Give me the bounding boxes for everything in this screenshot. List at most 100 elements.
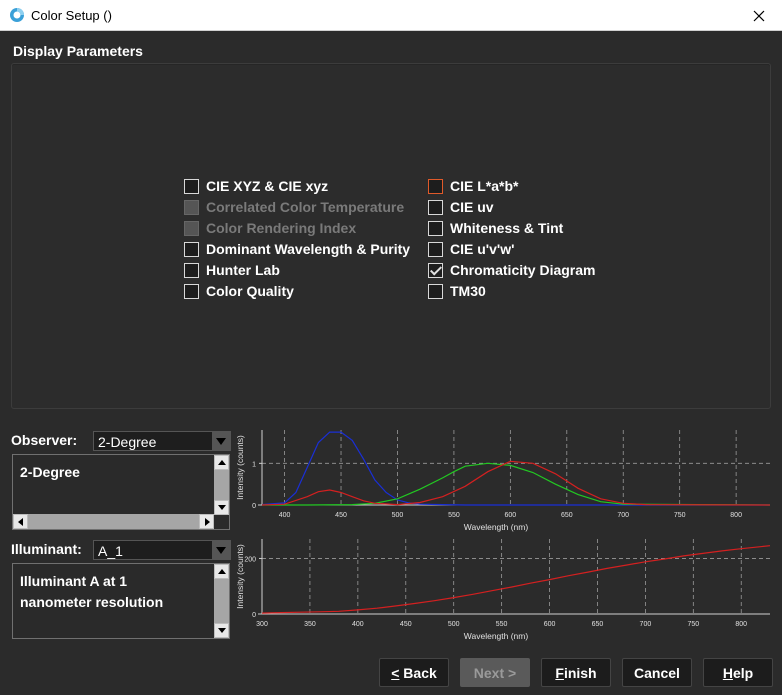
y-tick-label: 0 [252, 503, 256, 510]
x-tick-label: 400 [279, 512, 291, 519]
x-tick-label: 650 [592, 621, 604, 628]
checkbox[interactable] [184, 262, 199, 278]
checkbox-label: CIE uv [450, 199, 494, 215]
scroll-up-icon[interactable] [214, 455, 229, 470]
x-tick-label: 700 [640, 621, 652, 628]
x-tick-label: 500 [392, 512, 404, 519]
right-option-5[interactable]: TM30 [428, 282, 486, 300]
checkbox-label: CIE u'v'w' [450, 241, 515, 257]
observer-select[interactable]: 2-Degree [93, 431, 231, 451]
checkbox-label: Correlated Color Temperature [206, 199, 405, 215]
left-option-1: Correlated Color Temperature [184, 198, 404, 216]
left-option-3[interactable]: Dominant Wavelength & Purity [184, 240, 410, 258]
x-tick-label: 350 [304, 621, 316, 628]
illuminant-description-box: Illuminant A at 1 nanometer resolution [12, 563, 230, 639]
right-option-2[interactable]: Whiteness & Tint [428, 219, 563, 237]
grid [261, 539, 770, 614]
x-tick-label: 800 [735, 621, 747, 628]
cancel-button[interactable]: Cancel [622, 658, 692, 687]
cancel-button-label: Cancel [634, 664, 680, 681]
checkbox-label: CIE L*a*b* [450, 178, 519, 194]
x-tick-label: 400 [352, 621, 364, 628]
illuminant-select-value: A_1 [98, 543, 123, 559]
checkbox[interactable] [184, 178, 199, 194]
chevron-down-icon[interactable] [212, 432, 230, 450]
checkbox-label: Color Rendering Index [206, 220, 357, 236]
scroll-left-icon[interactable] [13, 514, 28, 529]
y-axis-label: Intensity (counts) [235, 435, 245, 500]
illuminant-label: Illuminant: [11, 541, 82, 557]
checkbox-label: TM30 [450, 283, 486, 299]
chevron-down-icon[interactable] [212, 541, 230, 559]
scroll-up-icon[interactable] [214, 564, 229, 579]
illuminant-select[interactable]: A_1 [93, 540, 231, 560]
x-tick-label: 700 [617, 512, 629, 519]
next-button[interactable]: Next > [460, 658, 530, 687]
illuminant-description-line1: Illuminant A at 1 [20, 573, 128, 589]
checkbox[interactable] [428, 178, 443, 194]
illuminant-description-line2: nanometer resolution [20, 594, 164, 610]
back-button[interactable]: < Back [379, 658, 449, 687]
section-title: Display Parameters [13, 43, 143, 59]
right-option-0[interactable]: CIE L*a*b* [428, 177, 518, 195]
left-option-4[interactable]: Hunter Lab [184, 261, 280, 279]
x-tick-label: 750 [674, 512, 686, 519]
scroll-down-icon[interactable] [214, 500, 229, 515]
x-tick-label: 450 [400, 621, 412, 628]
scroll-right-icon[interactable] [199, 514, 214, 529]
checkbox[interactable] [184, 241, 199, 257]
next-button-label: Next > [473, 664, 517, 681]
display-parameters-panel [11, 63, 771, 409]
x-tick-label: 300 [256, 621, 268, 628]
left-option-0[interactable]: CIE XYZ & CIE xyz [184, 177, 328, 195]
observer-spectrum-chart: 400 450 500 550 600 650 700 750 800 0 1 Wavelength … [235, 430, 771, 532]
x-tick-label: 800 [730, 512, 742, 519]
checkbox[interactable] [428, 241, 443, 257]
back-button-label: < Back [391, 664, 437, 681]
x-tick-label: 500 [448, 621, 460, 628]
left-option-5[interactable]: Color Quality [184, 282, 294, 300]
series-line-0 [261, 545, 771, 614]
close-button[interactable] [736, 0, 782, 31]
right-option-3[interactable]: CIE u'v'w' [428, 240, 514, 258]
checkbox[interactable] [428, 199, 443, 215]
checkbox-label: Color Quality [206, 283, 294, 299]
checkbox[interactable] [428, 262, 443, 278]
x-tick-label: 750 [687, 621, 699, 628]
title-bar: Color Setup () [0, 0, 782, 31]
checkbox-label: Chromaticity Diagram [450, 262, 596, 278]
x-tick-label: 550 [448, 512, 460, 519]
checkbox[interactable] [428, 220, 443, 236]
help-button[interactable]: Help [703, 658, 773, 687]
x-tick-label: 600 [505, 512, 517, 519]
series-line-1 [262, 462, 771, 506]
checkbox [184, 199, 199, 215]
observer-select-value: 2-Degree [98, 434, 157, 450]
checkbox[interactable] [428, 283, 443, 299]
x-tick-label: 550 [496, 621, 508, 628]
x-tick-label: 600 [544, 621, 556, 628]
right-option-1[interactable]: CIE uv [428, 198, 494, 216]
observer-horizontal-scrollbar[interactable] [13, 514, 214, 529]
finish-button[interactable]: Finish [541, 658, 611, 687]
y-tick-label: 200 [244, 556, 256, 563]
left-option-2: Color Rendering Index [184, 219, 356, 237]
right-option-4[interactable]: Chromaticity Diagram [428, 261, 595, 279]
observer-label: Observer: [11, 432, 78, 448]
observer-vertical-scrollbar[interactable] [214, 455, 229, 515]
help-button-label: Help [722, 664, 754, 681]
illuminant-spectrum-chart: 300 350 400 450 500 550 600 650 700 750 800 0 200 Wav… [235, 539, 771, 641]
x-tick-label: 650 [561, 512, 573, 519]
checkbox-label: Hunter Lab [206, 262, 280, 278]
x-tick-label: 450 [335, 512, 347, 519]
window-title: Color Setup () [31, 8, 112, 23]
illuminant-vertical-scrollbar[interactable] [214, 564, 229, 638]
y-tick-label: 0 [252, 612, 256, 619]
y-axis-label: Intensity (counts) [235, 544, 245, 609]
x-axis-label: Wavelength (nm) [464, 631, 529, 641]
scroll-down-icon[interactable] [214, 623, 229, 638]
checkbox-label: CIE XYZ & CIE xyz [206, 178, 329, 194]
app-logo-icon [10, 8, 24, 22]
checkbox-label: Dominant Wavelength & Purity [206, 241, 411, 257]
checkbox[interactable] [184, 283, 199, 299]
